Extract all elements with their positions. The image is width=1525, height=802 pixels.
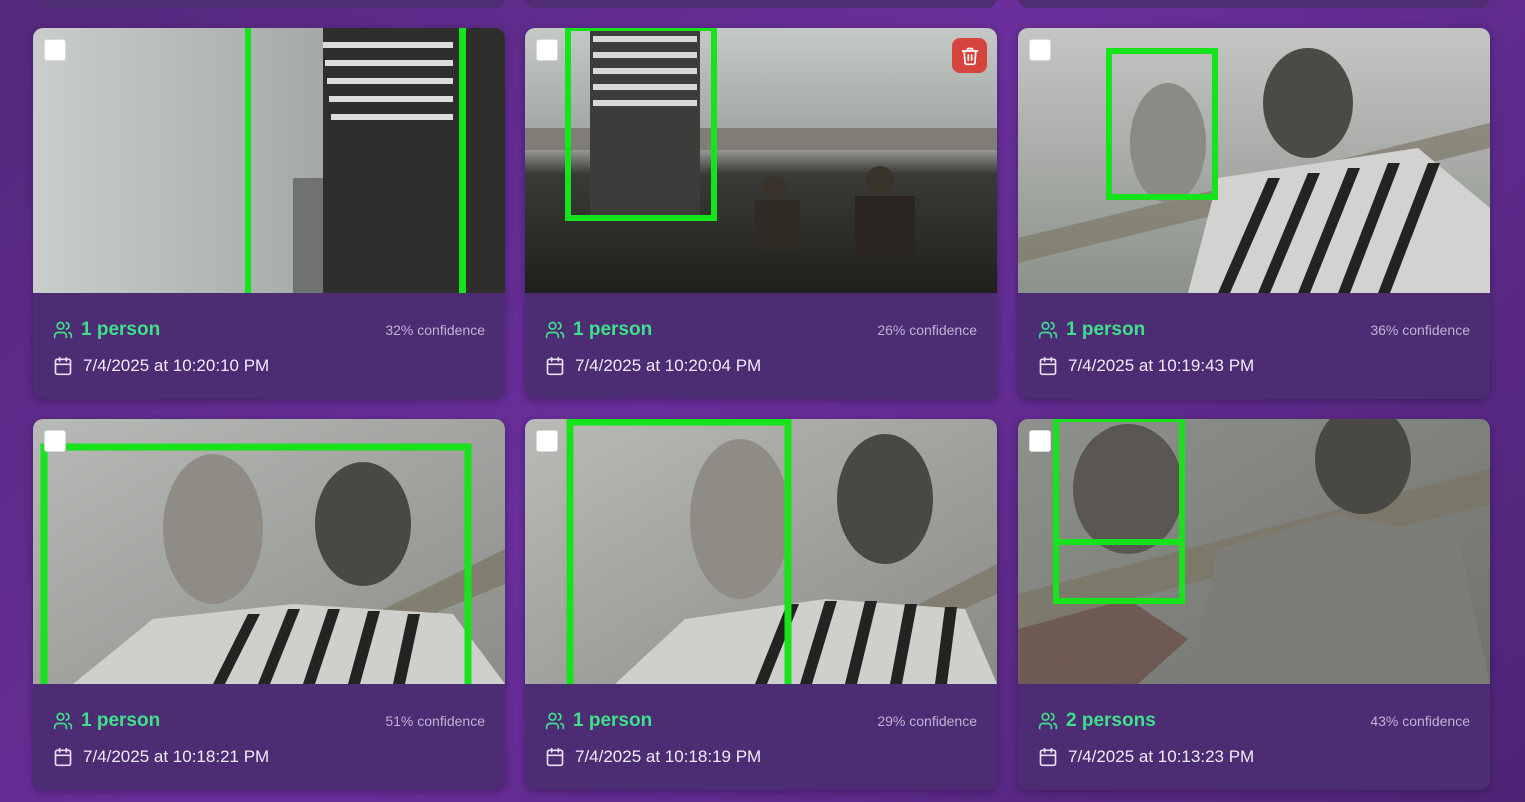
users-icon: [53, 320, 73, 340]
detection-timestamp: 7/4/2025 at 10:19:43 PM: [1068, 356, 1255, 375]
calendar-icon: [1038, 747, 1058, 767]
select-checkbox[interactable]: [44, 39, 66, 61]
detection-date: 7/4/2025 at 10:18:19 PM: [545, 747, 761, 767]
detection-card[interactable]: 1 person 32% confidence 7/4/2025 at 10:2…: [33, 28, 505, 399]
users-icon: [1038, 711, 1058, 731]
confidence-label: 32% confidence: [385, 322, 485, 338]
detection-timestamp: 7/4/2025 at 10:18:19 PM: [575, 747, 762, 766]
detection-snapshot[interactable]: [1018, 419, 1490, 684]
calendar-icon: [53, 747, 73, 767]
delete-button[interactable]: [952, 38, 987, 73]
person-count: 1 person: [1038, 319, 1145, 341]
detection-timestamp: 7/4/2025 at 10:18:21 PM: [83, 747, 270, 766]
detection-timestamp: 7/4/2025 at 10:20:04 PM: [575, 356, 762, 375]
detection-snapshot[interactable]: [525, 28, 997, 293]
detection-card[interactable]: 1 person 26% confidence 7/4/2025 at 10:2…: [525, 28, 997, 399]
detection-timestamp: 7/4/2025 at 10:20:10 PM: [83, 356, 270, 375]
person-count-label: 1 person: [573, 319, 653, 340]
person-count-label: 1 person: [573, 710, 653, 731]
detection-date: 7/4/2025 at 10:19:43 PM: [1038, 356, 1254, 376]
previous-row-card: [525, 0, 997, 8]
person-count: 1 person: [545, 319, 652, 341]
person-count-label: 1 person: [1066, 319, 1146, 340]
card-info: 2 persons 43% confidence 7/4/2025 at 10:…: [1018, 684, 1490, 790]
detection-card[interactable]: 1 person 29% confidence 7/4/2025 at 10:1…: [525, 419, 997, 790]
detection-card[interactable]: 1 person 36% confidence 7/4/2025 at 10:1…: [1018, 28, 1490, 399]
detection-card[interactable]: 1 person 51% confidence 7/4/2025 at 10:1…: [33, 419, 505, 790]
detection-snapshot[interactable]: [1018, 28, 1490, 293]
select-checkbox[interactable]: [1029, 430, 1051, 452]
detection-date: 7/4/2025 at 10:18:21 PM: [53, 747, 269, 767]
users-icon: [545, 320, 565, 340]
calendar-icon: [1038, 356, 1058, 376]
detection-snapshot[interactable]: [33, 28, 505, 293]
person-count: 1 person: [53, 319, 160, 341]
person-count: 1 person: [545, 710, 652, 732]
calendar-icon: [53, 356, 73, 376]
confidence-label: 43% confidence: [1370, 713, 1470, 729]
card-info: 1 person 36% confidence 7/4/2025 at 10:1…: [1018, 293, 1490, 399]
card-info: 1 person 26% confidence 7/4/2025 at 10:2…: [525, 293, 997, 399]
calendar-icon: [545, 356, 565, 376]
calendar-icon: [545, 747, 565, 767]
confidence-label: 26% confidence: [877, 322, 977, 338]
previous-row-card: [33, 0, 505, 8]
confidence-label: 36% confidence: [1370, 322, 1470, 338]
users-icon: [545, 711, 565, 731]
detection-date: 7/4/2025 at 10:20:10 PM: [53, 356, 269, 376]
users-icon: [53, 711, 73, 731]
confidence-label: 51% confidence: [385, 713, 485, 729]
card-info: 1 person 51% confidence 7/4/2025 at 10:1…: [33, 684, 505, 790]
select-checkbox[interactable]: [536, 39, 558, 61]
detection-card[interactable]: 2 persons 43% confidence 7/4/2025 at 10:…: [1018, 419, 1490, 790]
trash-icon: [960, 46, 980, 66]
person-count-label: 1 person: [81, 319, 161, 340]
select-checkbox[interactable]: [536, 430, 558, 452]
person-count-label: 2 persons: [1066, 710, 1156, 731]
card-info: 1 person 32% confidence 7/4/2025 at 10:2…: [33, 293, 505, 399]
person-count: 1 person: [53, 710, 160, 732]
person-count-label: 1 person: [81, 710, 161, 731]
detection-date: 7/4/2025 at 10:20:04 PM: [545, 356, 761, 376]
person-count: 2 persons: [1038, 710, 1156, 732]
previous-row-card: [1018, 0, 1490, 8]
detection-date: 7/4/2025 at 10:13:23 PM: [1038, 747, 1254, 767]
card-info: 1 person 29% confidence 7/4/2025 at 10:1…: [525, 684, 997, 790]
select-checkbox[interactable]: [44, 430, 66, 452]
select-checkbox[interactable]: [1029, 39, 1051, 61]
confidence-label: 29% confidence: [877, 713, 977, 729]
users-icon: [1038, 320, 1058, 340]
detection-snapshot[interactable]: [33, 419, 505, 684]
detection-snapshot[interactable]: [525, 419, 997, 684]
detection-timestamp: 7/4/2025 at 10:13:23 PM: [1068, 747, 1255, 766]
